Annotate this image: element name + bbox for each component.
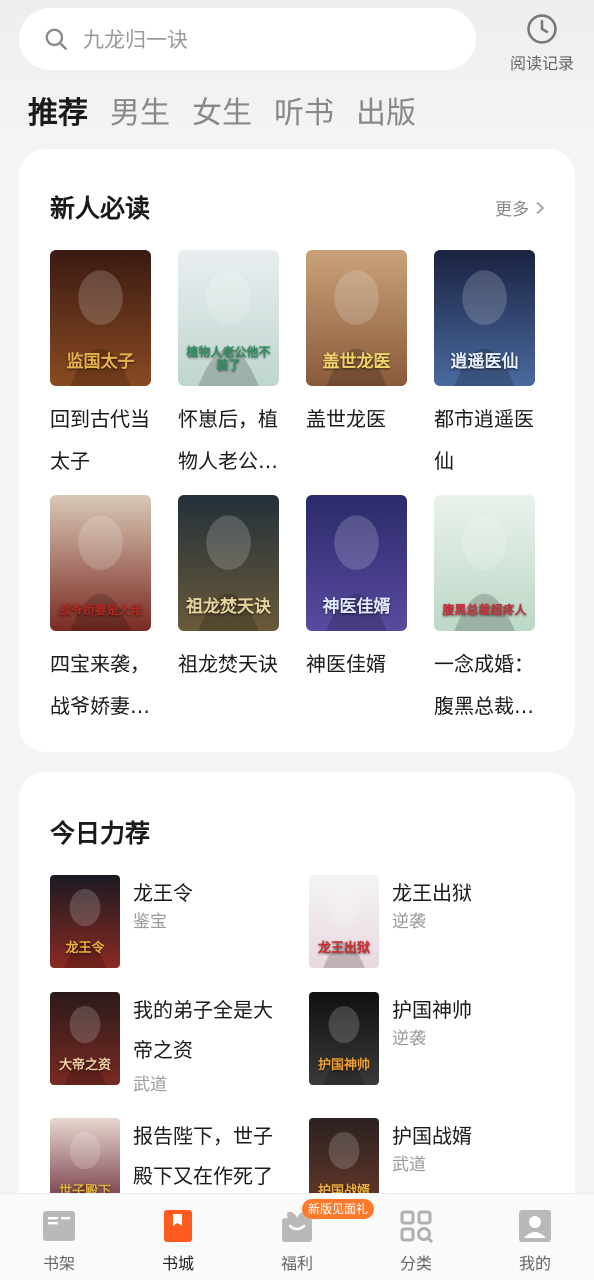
book-cover: 盖世龙医 bbox=[306, 250, 407, 386]
book-genre: 鉴宝 bbox=[133, 912, 167, 932]
chevron-right-icon bbox=[536, 201, 545, 214]
bottom-nav: 书架 书城 福利 分类 我的 bbox=[0, 1193, 594, 1280]
today-recommend-section: 今日力荐 龙王令 龙王令 鉴宝 龙王出狱 龙王出狱 逆袭 大帝之资 我的弟子全是大 帝之资 武道护… bbox=[19, 772, 575, 1232]
cover-title: 龙王出狱 bbox=[317, 941, 370, 956]
new-reader-section: 新人必读 更多 监国太子 回到古代当太子 植物人老公他不装了 怀崽后，植物人老公… 盖世… bbox=[19, 149, 575, 752]
book-card[interactable]: 腹黑总裁超疼人一念成婚：腹黑总裁… bbox=[434, 495, 544, 727]
cover-title: 逍遥医仙 bbox=[450, 352, 519, 373]
cover-title: 护国神帅 bbox=[317, 1058, 370, 1073]
book-cover: 祖龙焚天诀 bbox=[178, 495, 279, 631]
nav-label: 福利 bbox=[280, 1254, 313, 1273]
book-card[interactable]: 监国太子回到古代当太子 bbox=[50, 250, 160, 482]
more-label: 更多 bbox=[495, 200, 529, 220]
cover-title: 龙王令 bbox=[65, 941, 105, 956]
nav-label: 书城 bbox=[161, 1254, 194, 1273]
book-title-line2: 帝之资 bbox=[133, 1038, 193, 1062]
cover-title: 腹黑总裁超疼人 bbox=[442, 602, 527, 617]
nav-category[interactable]: 分类 bbox=[376, 1208, 456, 1274]
cover-title: 植物人老公他不装了 bbox=[186, 344, 271, 372]
category-tabs: 推荐 男生 女生 听书 出版 bbox=[28, 90, 416, 136]
nav-label: 分类 bbox=[399, 1254, 432, 1273]
book-title: 我的弟子全是大 bbox=[133, 998, 273, 1022]
book-cover: 植物人老公他不装了 bbox=[178, 250, 279, 386]
reading-history-button[interactable]: 阅读记录 bbox=[500, 12, 584, 76]
book-cover: 护国神帅 bbox=[309, 992, 379, 1085]
book-card[interactable]: 逍遥医仙都市逍遥医仙 bbox=[434, 250, 544, 482]
book-card[interactable]: 盖世龙医 盖世龙医 bbox=[306, 250, 416, 440]
nav-profile[interactable]: 我的 bbox=[495, 1208, 575, 1274]
search-icon bbox=[45, 28, 67, 50]
book-cover: 龙王令 bbox=[50, 875, 120, 968]
nav-bookshelf[interactable]: 书架 bbox=[19, 1208, 99, 1274]
cover-title: 神医佳婿 bbox=[322, 597, 391, 618]
category-icon bbox=[400, 1210, 434, 1244]
nav-bookstore[interactable]: 书城 bbox=[138, 1208, 218, 1274]
cover-title: 战爷娇妻是大佬 bbox=[58, 602, 143, 617]
book-genre: 逆袭 bbox=[392, 1029, 426, 1049]
book-card[interactable]: 植物人老公他不装了怀崽后，植物人老公… bbox=[178, 250, 288, 482]
book-title: 一念成婚：腹黑总裁… bbox=[434, 652, 534, 718]
book-title: 祖龙焚天诀 bbox=[178, 652, 278, 676]
cover-title: 大帝之资 bbox=[58, 1058, 111, 1073]
more-link[interactable]: 更多 bbox=[495, 195, 547, 220]
book-cover: 逍遥医仙 bbox=[434, 250, 535, 386]
cover-title: 祖龙焚天诀 bbox=[186, 597, 271, 618]
book-cover: 大帝之资 bbox=[50, 992, 120, 1085]
cover-title: 盖世龙医 bbox=[322, 352, 391, 373]
book-card[interactable]: 祖龙焚天诀 祖龙焚天诀 bbox=[178, 495, 288, 685]
section-title: 今日力荐 bbox=[50, 819, 151, 848]
new-version-badge: 新版见面礼 bbox=[302, 1199, 375, 1219]
search-bar[interactable]: 九龙归一诀 bbox=[19, 8, 476, 70]
book-cover: 腹黑总裁超疼人 bbox=[434, 495, 535, 631]
profile-icon bbox=[519, 1210, 551, 1242]
clock-icon bbox=[527, 14, 557, 44]
recommend-item[interactable]: 龙王出狱 龙王出狱 逆袭 bbox=[309, 875, 559, 971]
book-cover: 战爷娇妻是大佬 bbox=[50, 495, 151, 631]
book-genre: 武道 bbox=[133, 1075, 167, 1095]
book-card[interactable]: 战爷娇妻是大佬四宝来袭，战爷娇妻… bbox=[50, 495, 160, 727]
tab-male[interactable]: 男生 bbox=[110, 92, 170, 136]
book-title: 盖世龙医 bbox=[306, 407, 386, 431]
book-title-line2: 殿下又在作死了 bbox=[133, 1164, 273, 1188]
recommend-item[interactable]: 护国神帅 护国神帅 逆袭 bbox=[309, 992, 559, 1088]
book-title: 四宝来袭，战爷娇妻… bbox=[50, 652, 150, 718]
recommend-item[interactable]: 大帝之资 我的弟子全是大 帝之资武道 bbox=[50, 992, 300, 1095]
tab-published[interactable]: 出版 bbox=[356, 92, 416, 136]
tab-recommend[interactable]: 推荐 bbox=[28, 92, 88, 136]
book-card[interactable]: 神医佳婿 神医佳婿 bbox=[306, 495, 416, 685]
cover-title: 监国太子 bbox=[66, 352, 135, 373]
recommend-item[interactable]: 龙王令 龙王令 鉴宝 bbox=[50, 875, 300, 971]
section-title: 新人必读 bbox=[50, 194, 151, 223]
book-genre: 逆袭 bbox=[392, 912, 426, 932]
bookshelf-icon bbox=[43, 1211, 75, 1241]
book-title: 回到古代当太子 bbox=[50, 407, 150, 473]
header: 九龙归一诀 阅读记录 bbox=[0, 0, 594, 90]
book-title: 怀崽后，植物人老公… bbox=[178, 407, 278, 473]
nav-label: 书架 bbox=[42, 1254, 75, 1273]
bookstore-icon bbox=[164, 1210, 192, 1242]
book-genre: 武道 bbox=[392, 1155, 426, 1175]
search-placeholder: 九龙归一诀 bbox=[83, 28, 188, 52]
reading-history-label: 阅读记录 bbox=[509, 54, 574, 73]
tab-female[interactable]: 女生 bbox=[192, 92, 252, 136]
book-title: 神医佳婿 bbox=[306, 652, 386, 676]
book-title: 报告陛下，世子 bbox=[133, 1124, 273, 1148]
book-cover: 神医佳婿 bbox=[306, 495, 407, 631]
book-title: 都市逍遥医仙 bbox=[434, 407, 534, 473]
nav-label: 我的 bbox=[518, 1254, 551, 1273]
tab-audiobook[interactable]: 听书 bbox=[274, 92, 334, 136]
book-cover: 龙王出狱 bbox=[309, 875, 379, 968]
book-cover: 监国太子 bbox=[50, 250, 151, 386]
